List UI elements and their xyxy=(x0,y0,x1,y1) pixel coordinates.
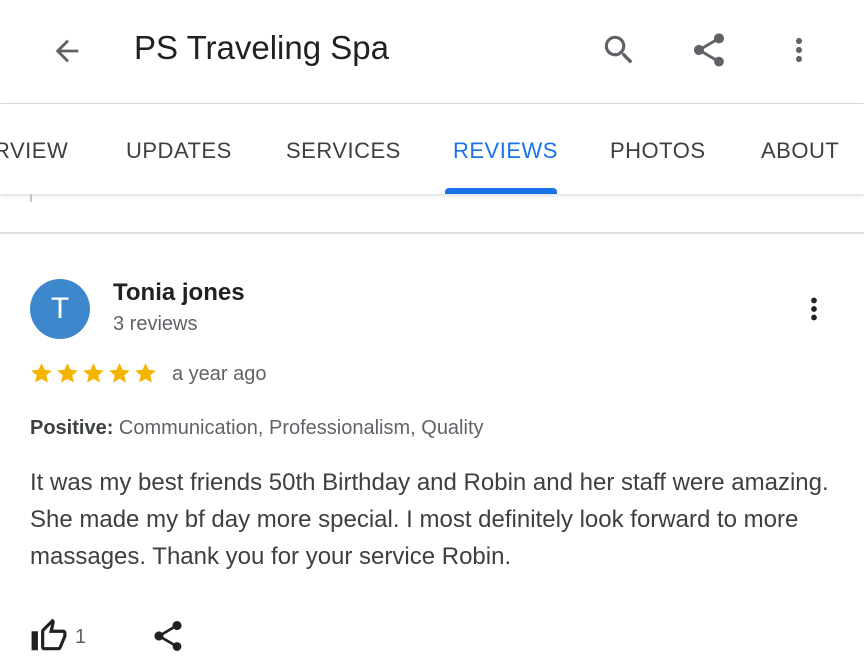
avatar[interactable]: T xyxy=(30,279,90,339)
like-count: 1 xyxy=(75,626,87,648)
tab-photos[interactable]: PHOTOS xyxy=(610,136,706,166)
star-icon xyxy=(31,363,52,383)
more-vert-icon xyxy=(811,297,817,321)
back-button[interactable] xyxy=(44,28,90,74)
reviewer-name[interactable]: Tonia jones xyxy=(113,278,245,308)
share-icon xyxy=(154,621,182,651)
content-fragment xyxy=(30,194,32,202)
share-button[interactable] xyxy=(685,26,733,74)
tab-about[interactable]: ABOUT xyxy=(761,136,839,166)
page-title: PS Traveling Spa xyxy=(134,29,389,66)
star-icon xyxy=(57,363,78,383)
search-icon xyxy=(604,35,633,64)
tab-overview[interactable]: RVIEW xyxy=(0,136,68,166)
like-button[interactable] xyxy=(30,617,68,655)
star-icon xyxy=(83,363,104,383)
tab-bar: RVIEW UPDATES SERVICES REVIEWS PHOTOS AB… xyxy=(0,104,864,194)
reviewer-review-count: 3 reviews xyxy=(113,313,198,335)
review-share-button[interactable] xyxy=(150,617,186,655)
more-options-button[interactable] xyxy=(775,26,823,74)
share-icon xyxy=(693,33,725,67)
selected-tab-indicator xyxy=(445,188,557,194)
star-rating xyxy=(29,360,158,388)
star-icon xyxy=(135,363,156,383)
thumb-up-icon xyxy=(31,618,67,651)
app-bar: PS Traveling Spa xyxy=(0,0,864,103)
arrow-back-icon xyxy=(55,39,79,63)
tab-reviews[interactable]: REVIEWS xyxy=(453,136,558,166)
review-attributes: Positive: Communication, Professionalism… xyxy=(30,414,484,442)
tab-updates[interactable]: UPDATES xyxy=(126,136,232,166)
star-icon xyxy=(109,363,130,383)
more-vert-icon xyxy=(796,38,802,62)
section-divider xyxy=(0,232,864,234)
attributes-label: Positive: xyxy=(30,417,114,439)
review-time: a year ago xyxy=(172,363,267,385)
tab-services[interactable]: SERVICES xyxy=(286,136,401,166)
review-more-button[interactable] xyxy=(797,286,831,332)
attributes-value: Communication, Professionalism, Quality xyxy=(118,417,484,439)
review-text: It was my best friends 50th Birthday and… xyxy=(30,469,829,570)
search-button[interactable] xyxy=(595,26,643,74)
